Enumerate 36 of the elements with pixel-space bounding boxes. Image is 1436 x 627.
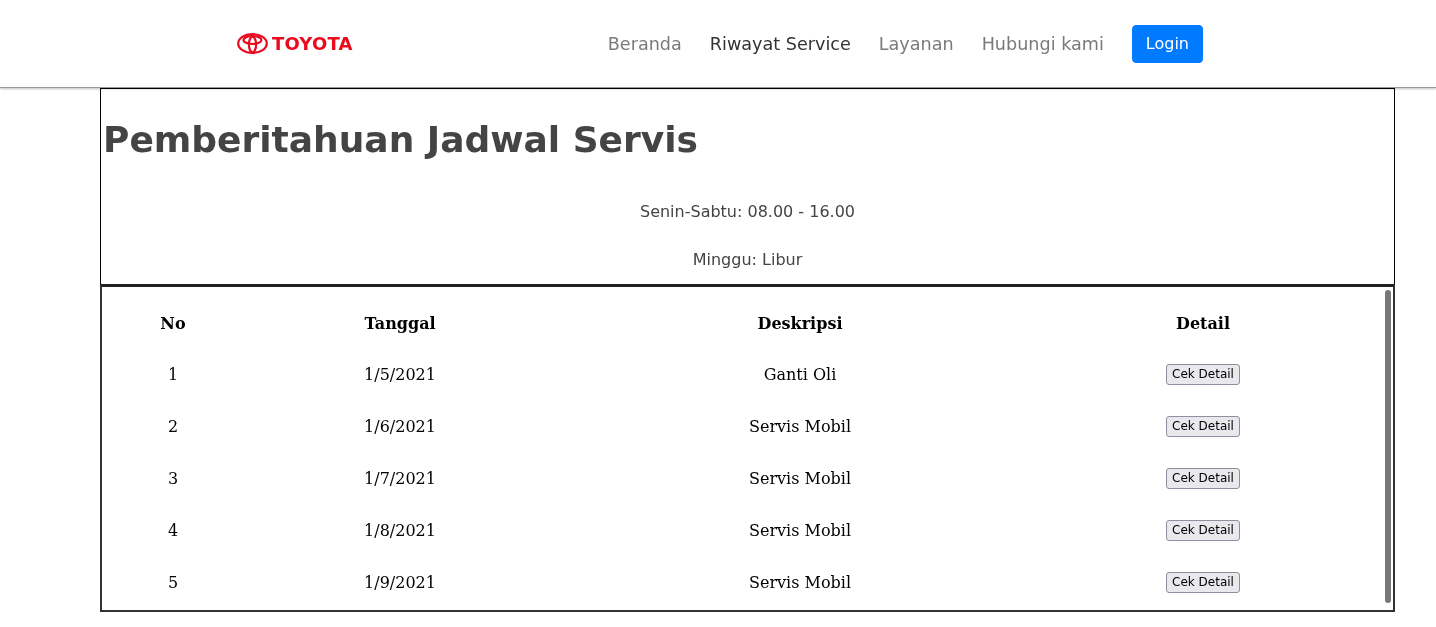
schedule-text: Senin-Sabtu: 08.00 - 16.00 (638, 201, 857, 223)
column-header: No (160, 313, 186, 333)
table-cell: 1/5/2021 (364, 364, 436, 384)
table-cell: Servis Mobil (749, 572, 851, 592)
column-header: Detail (1176, 313, 1230, 333)
table-cell: 1/7/2021 (364, 468, 436, 488)
detail-button[interactable]: Cek Detail (1166, 467, 1240, 489)
nav-link[interactable]: Hubungi kami (967, 33, 1118, 54)
detail-button[interactable]: Cek Detail (1166, 571, 1240, 593)
nav-link[interactable]: Layanan (864, 33, 968, 54)
detail-button[interactable]: Cek Detail (1166, 415, 1240, 437)
column-header: Tanggal (364, 313, 436, 333)
detail-button[interactable]: Cek Detail (1166, 519, 1240, 541)
table-cell: 4 (167, 520, 179, 540)
table-cell: 1/6/2021 (364, 416, 436, 436)
page-title: Pemberitahuan Jadwal Servis (103, 119, 700, 161)
nav-link[interactable]: Beranda (593, 33, 696, 54)
scrollbar-thumb[interactable] (1385, 290, 1391, 603)
login-button[interactable]: Login (1131, 24, 1203, 63)
nav-link[interactable]: Riwayat Service (695, 33, 865, 54)
oval-emblem-icon (237, 33, 268, 54)
table-cell: 1/9/2021 (364, 572, 436, 592)
schedule-text: Minggu: Libur (691, 249, 804, 271)
table-cell: 1 (167, 364, 179, 384)
table-cell: 5 (167, 572, 179, 592)
brand-logo[interactable]: TOYOTA (237, 33, 353, 54)
brand-name: TOYOTA (272, 33, 353, 54)
table-cell: Ganti Oli (763, 364, 837, 384)
table-cell: 1/8/2021 (364, 520, 436, 540)
table-cell: Servis Mobil (749, 520, 851, 540)
detail-button[interactable]: Cek Detail (1166, 363, 1240, 385)
table-cell: Servis Mobil (749, 416, 851, 436)
table-cell: 3 (167, 468, 179, 488)
table-cell: 2 (167, 416, 179, 436)
column-header: Deskripsi (757, 313, 843, 333)
table-cell: Servis Mobil (749, 468, 851, 488)
